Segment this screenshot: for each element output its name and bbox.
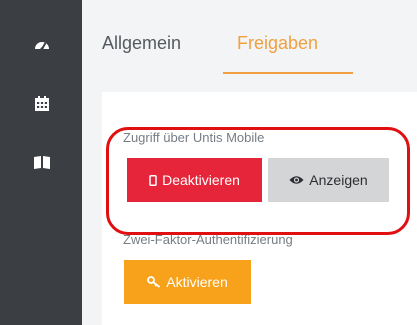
red-highlight-annotation: [106, 127, 410, 235]
activate-button[interactable]: Aktivieren: [124, 260, 251, 304]
calendar-icon[interactable]: [33, 95, 51, 113]
active-tab-indicator: [223, 72, 353, 74]
tab-freigaben[interactable]: Freigaben: [237, 33, 318, 54]
tab-bar: Allgemein Freigaben: [82, 0, 417, 76]
book-icon[interactable]: [33, 153, 51, 171]
activate-button-label: Aktivieren: [166, 274, 228, 290]
dashboard-icon[interactable]: [33, 36, 51, 54]
tab-allgemein[interactable]: Allgemein: [102, 33, 181, 54]
key-icon: [147, 261, 161, 305]
sidebar: [0, 0, 82, 325]
